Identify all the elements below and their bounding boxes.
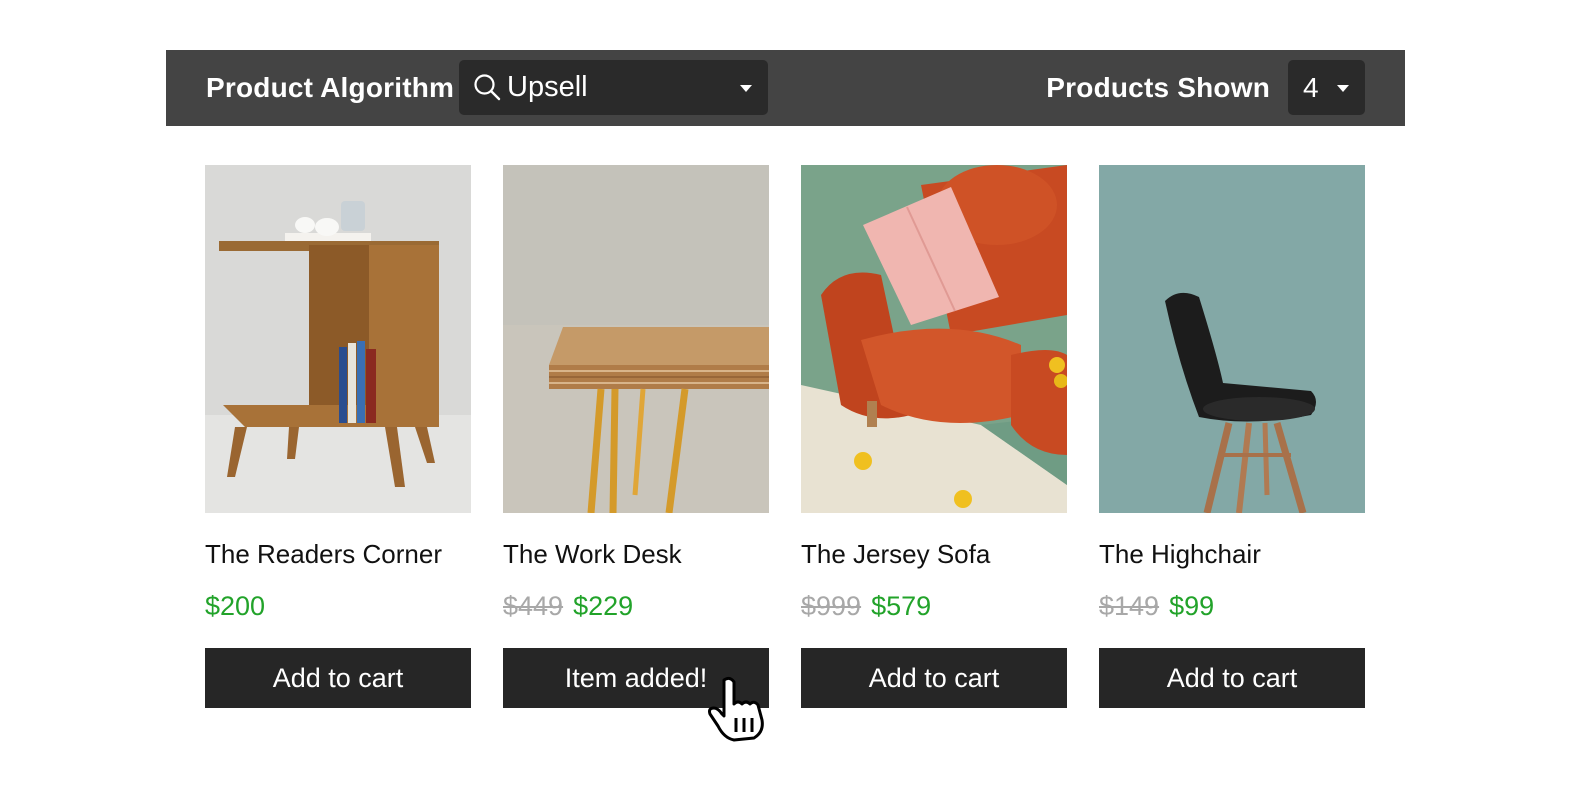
- sale-price: $579: [871, 591, 932, 621]
- product-card: The Readers Corner $200 Add to cart: [205, 165, 471, 708]
- products-shown-value: 4: [1303, 72, 1319, 103]
- product-image-work-desk[interactable]: [503, 165, 769, 513]
- product-image-side-table[interactable]: [205, 165, 471, 513]
- algorithm-select[interactable]: Upsell: [459, 60, 768, 115]
- product-price: $149 $99: [1099, 591, 1214, 622]
- product-image-sofa[interactable]: [801, 165, 1067, 513]
- product-name[interactable]: The Work Desk: [503, 539, 682, 570]
- original-price: $449: [503, 591, 564, 621]
- algorithm-label: Product Algorithm: [206, 72, 455, 103]
- sale-price: $229: [573, 591, 634, 621]
- product-name[interactable]: The Jersey Sofa: [801, 539, 990, 570]
- product-card: The Jersey Sofa $999 $579 Add to cart: [801, 165, 1067, 708]
- add-to-cart-button[interactable]: Add to cart: [1099, 648, 1365, 708]
- product-price: $200: [205, 591, 265, 622]
- add-to-cart-button[interactable]: Add to cart: [801, 648, 1067, 708]
- products-shown-select[interactable]: 4: [1288, 60, 1365, 115]
- product-price: $449 $229: [503, 591, 633, 622]
- product-image-highchair[interactable]: [1099, 165, 1365, 513]
- product-name[interactable]: The Highchair: [1099, 539, 1261, 570]
- product-price: $999 $579: [801, 591, 931, 622]
- product-card: The Highchair $149 $99 Add to cart: [1099, 165, 1365, 708]
- products-shown-label: Products Shown: [1046, 72, 1270, 103]
- add-to-cart-button[interactable]: Add to cart: [205, 648, 471, 708]
- original-price: $999: [801, 591, 862, 621]
- hand-pointer-icon: [708, 676, 764, 742]
- sale-price: $200: [205, 591, 266, 621]
- chevron-down-icon: [740, 85, 752, 92]
- algorithm-value: Upsell: [507, 71, 588, 103]
- search-icon: [474, 74, 501, 101]
- algorithm-toolbar: Product Algorithm Upsell Products Shown …: [166, 50, 1405, 126]
- sale-price: $99: [1169, 591, 1215, 621]
- product-card: The Work Desk $449 $229 Item added!: [503, 165, 769, 708]
- chevron-down-icon: [1337, 85, 1349, 92]
- original-price: $149: [1099, 591, 1160, 621]
- product-name[interactable]: The Readers Corner: [205, 539, 442, 570]
